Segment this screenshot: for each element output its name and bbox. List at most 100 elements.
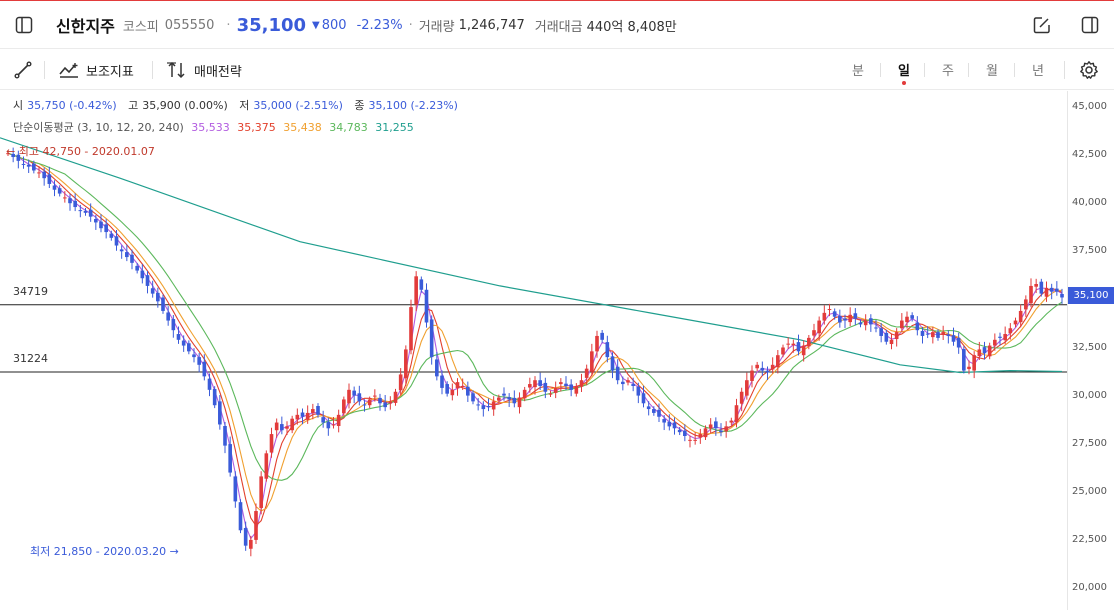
period-year[interactable]: 년 xyxy=(1026,60,1050,79)
chart-settings-button[interactable] xyxy=(1079,58,1099,82)
candle[interactable] xyxy=(486,398,491,412)
candle[interactable] xyxy=(708,418,713,434)
candle[interactable] xyxy=(600,329,604,343)
candle[interactable] xyxy=(884,329,889,345)
candlestick-chart-canvas[interactable] xyxy=(0,91,1067,610)
candle[interactable] xyxy=(455,378,460,396)
candle[interactable] xyxy=(574,383,579,397)
candle[interactable] xyxy=(388,396,393,410)
candle[interactable] xyxy=(259,471,263,515)
candle[interactable] xyxy=(419,276,424,293)
candle[interactable] xyxy=(409,299,413,355)
candle[interactable] xyxy=(1055,281,1059,296)
candle[interactable] xyxy=(972,351,976,379)
candle[interactable] xyxy=(94,214,98,230)
candle[interactable] xyxy=(321,410,325,428)
candle[interactable] xyxy=(863,314,868,331)
candle[interactable] xyxy=(724,421,728,438)
candle[interactable] xyxy=(440,370,444,395)
candle[interactable] xyxy=(745,372,749,400)
candle[interactable] xyxy=(595,330,599,358)
candle[interactable] xyxy=(517,392,522,414)
candle[interactable] xyxy=(238,499,243,534)
candle[interactable] xyxy=(1060,288,1064,304)
candle[interactable] xyxy=(822,305,827,325)
candle[interactable] xyxy=(207,373,212,397)
candle[interactable] xyxy=(78,204,83,218)
candle[interactable] xyxy=(264,450,269,482)
candle[interactable] xyxy=(615,359,620,385)
candle[interactable] xyxy=(269,427,274,458)
draw-line-button[interactable] xyxy=(13,58,33,82)
candle[interactable] xyxy=(342,396,346,417)
candle[interactable] xyxy=(285,421,289,436)
candle[interactable] xyxy=(233,471,238,508)
price-chart[interactable] xyxy=(0,91,1114,610)
candle[interactable] xyxy=(683,424,687,442)
candle[interactable] xyxy=(812,323,816,341)
candle[interactable] xyxy=(522,386,527,402)
candle[interactable] xyxy=(838,309,842,328)
candle[interactable] xyxy=(336,409,341,433)
candle[interactable] xyxy=(858,319,863,328)
candle[interactable] xyxy=(249,535,253,557)
candle[interactable] xyxy=(466,381,470,402)
candle[interactable] xyxy=(770,357,775,374)
candle[interactable] xyxy=(848,307,852,327)
candle[interactable] xyxy=(181,335,186,352)
candle[interactable] xyxy=(579,373,584,392)
candle[interactable] xyxy=(73,193,77,212)
candle[interactable] xyxy=(176,326,181,344)
period-day[interactable]: 일 xyxy=(892,60,916,79)
candle[interactable] xyxy=(662,415,666,431)
candle[interactable] xyxy=(946,330,951,344)
candle[interactable] xyxy=(817,316,821,341)
candle[interactable] xyxy=(982,341,987,360)
candle[interactable] xyxy=(553,381,558,399)
candle[interactable] xyxy=(42,167,46,186)
candle[interactable] xyxy=(218,395,222,430)
candle[interactable] xyxy=(590,343,594,376)
candle[interactable] xyxy=(243,521,248,551)
candle[interactable] xyxy=(998,332,1002,346)
panel-toggle-icon[interactable] xyxy=(1080,15,1100,35)
candle[interactable] xyxy=(512,390,517,408)
candle[interactable] xyxy=(114,229,119,251)
candle[interactable] xyxy=(88,203,93,222)
candle[interactable] xyxy=(796,334,801,356)
candle[interactable] xyxy=(357,385,362,406)
candle[interactable] xyxy=(223,421,227,454)
candle[interactable] xyxy=(1034,278,1038,294)
candle[interactable] xyxy=(1029,278,1033,308)
candle[interactable] xyxy=(161,294,165,314)
candle[interactable] xyxy=(569,379,573,397)
candle[interactable] xyxy=(491,396,496,416)
candle[interactable] xyxy=(610,352,615,379)
indicator-button[interactable]: 보조지표 xyxy=(58,58,134,82)
candle[interactable] xyxy=(254,503,258,544)
candle[interactable] xyxy=(528,377,532,393)
candle[interactable] xyxy=(450,383,455,401)
candle[interactable] xyxy=(698,428,703,444)
candle[interactable] xyxy=(941,325,945,340)
candle[interactable] xyxy=(962,346,966,374)
edit-icon[interactable] xyxy=(1032,15,1052,35)
candle[interactable] xyxy=(393,388,398,406)
candle[interactable] xyxy=(383,395,387,412)
candle[interactable] xyxy=(187,340,191,355)
candle[interactable] xyxy=(853,308,858,325)
candle[interactable] xyxy=(781,344,785,358)
candle[interactable] xyxy=(352,386,356,404)
candle[interactable] xyxy=(145,271,150,294)
candle[interactable] xyxy=(760,361,765,376)
candle[interactable] xyxy=(869,314,873,332)
candle[interactable] xyxy=(1008,323,1013,340)
candle[interactable] xyxy=(755,361,759,372)
candle[interactable] xyxy=(626,377,630,386)
candle[interactable] xyxy=(688,435,692,448)
period-week[interactable]: 주 xyxy=(936,60,960,79)
candle[interactable] xyxy=(119,245,124,259)
candle[interactable] xyxy=(956,332,961,354)
strategy-button[interactable]: 매매전략 xyxy=(166,58,242,82)
candle[interactable] xyxy=(631,377,635,392)
